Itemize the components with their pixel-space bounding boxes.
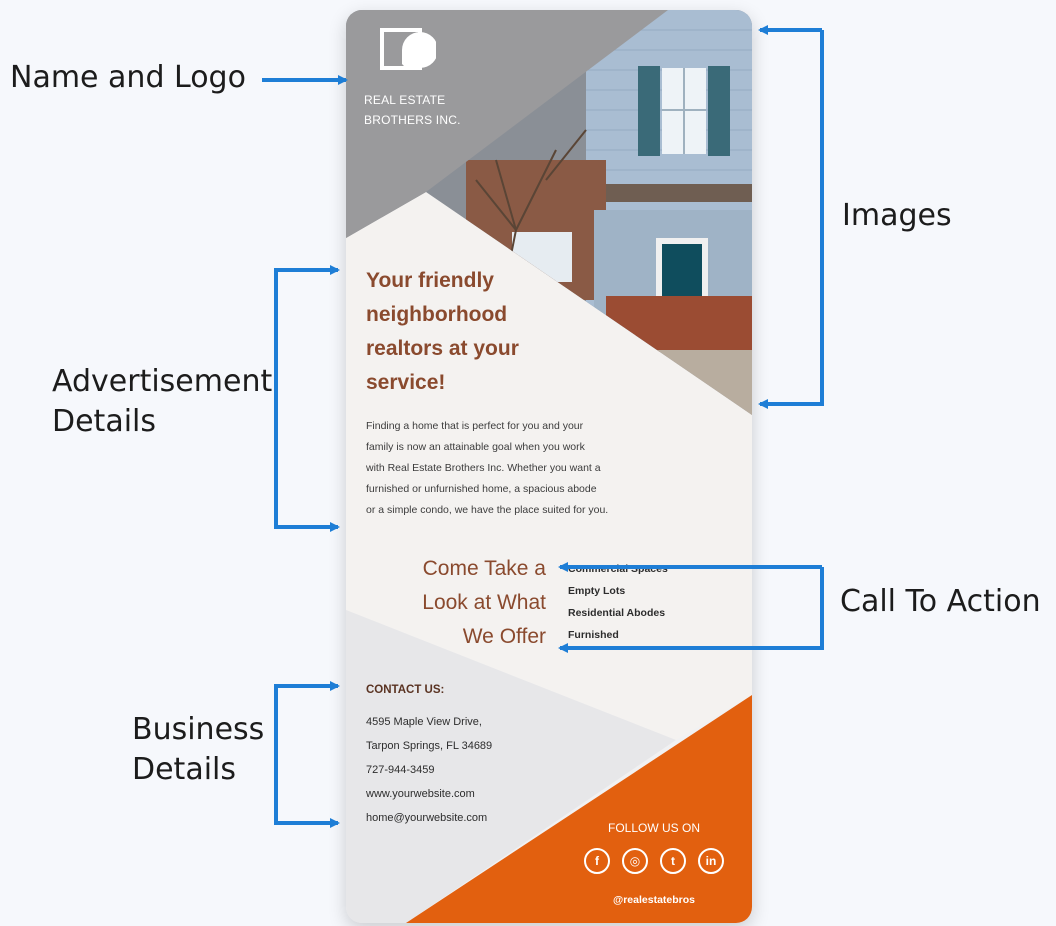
arrow-advertisement-bracket <box>274 268 340 532</box>
arrow-cta-bracket <box>558 567 824 653</box>
annotation-arrows <box>262 25 824 828</box>
arrow-images-bracket <box>758 30 824 409</box>
arrow-business-bracket <box>274 684 340 828</box>
